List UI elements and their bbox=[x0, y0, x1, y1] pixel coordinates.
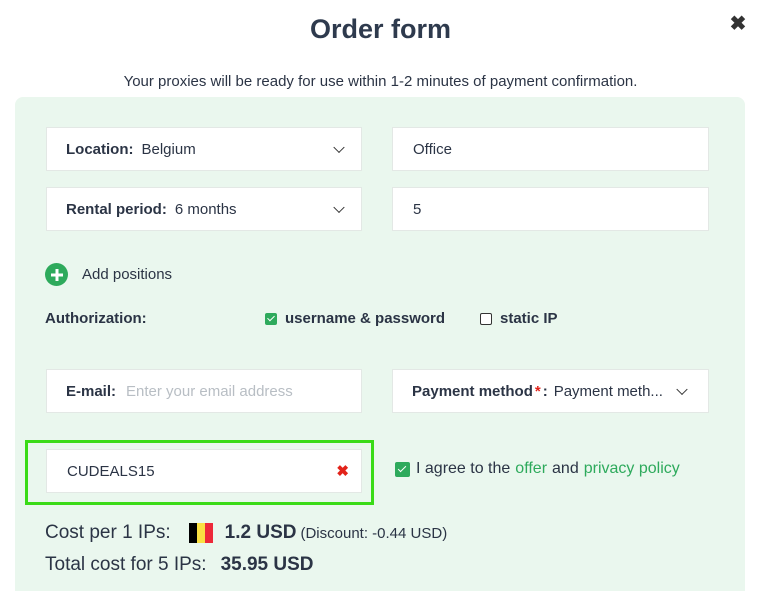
order-form-modal: ✖ Order form Your proxies will be ready … bbox=[0, 0, 761, 591]
proxy-type-field[interactable]: Office bbox=[392, 127, 709, 171]
promo-code-value: CUDEALS15 bbox=[67, 462, 155, 480]
payment-label-colon: : bbox=[542, 382, 548, 400]
offer-link[interactable]: offer bbox=[515, 460, 547, 478]
privacy-policy-link[interactable]: privacy policy bbox=[584, 460, 680, 478]
email-field[interactable]: E-mail: bbox=[46, 369, 362, 413]
belgium-flag-icon bbox=[188, 523, 213, 543]
discount-text: (Discount: -0.44 USD) bbox=[300, 524, 448, 542]
cost-per-ip-row: Cost per 1 IPs: 1.2 USD (Discount: -0.44… bbox=[45, 522, 447, 544]
cost-per-ip-label: Cost per 1 IPs: bbox=[45, 522, 171, 543]
checkbox-unchecked-icon bbox=[480, 312, 492, 325]
form-panel bbox=[15, 97, 745, 591]
location-label: Location: bbox=[66, 140, 134, 158]
rental-period-label: Rental period: bbox=[66, 200, 167, 218]
auth-option-label: username & password bbox=[285, 310, 446, 327]
proxy-type-value: Office bbox=[413, 140, 452, 158]
location-select[interactable]: Location: Belgium bbox=[46, 127, 362, 171]
payment-method-value: Payment meth... bbox=[553, 382, 663, 400]
plus-circle-icon bbox=[45, 263, 68, 286]
email-input[interactable] bbox=[124, 381, 309, 401]
total-cost-row: Total cost for 5 IPs: 35.95 USD bbox=[45, 554, 314, 576]
total-cost-label: Total cost for 5 IPs: bbox=[45, 554, 207, 575]
payment-method-label: Payment method *: bbox=[412, 383, 548, 400]
required-mark: * bbox=[534, 382, 541, 400]
agree-and: and bbox=[552, 460, 579, 477]
total-cost-price: 35.95 USD bbox=[220, 554, 314, 575]
promo-code-field[interactable]: CUDEALS15 ✖ bbox=[46, 449, 362, 493]
rental-period-select[interactable]: Rental period: 6 months bbox=[46, 187, 362, 231]
quantity-value: 5 bbox=[413, 200, 422, 218]
quantity-field[interactable]: 5 bbox=[392, 187, 709, 231]
cost-per-ip-price: 1.2 USD bbox=[224, 522, 297, 543]
authorization-label: Authorization: bbox=[45, 310, 147, 327]
subtitle-text: Your proxies will be ready for use withi… bbox=[123, 73, 638, 90]
agree-prefix: I agree to the bbox=[416, 460, 511, 477]
checkbox-checked-icon bbox=[265, 312, 277, 325]
add-positions-label: Add positions bbox=[82, 266, 173, 283]
add-positions-button[interactable]: Add positions bbox=[45, 263, 172, 286]
clear-x-icon[interactable]: ✖ bbox=[336, 462, 349, 480]
auth-username-password-checkbox[interactable]: username & password bbox=[265, 310, 445, 327]
email-label: E-mail: bbox=[66, 382, 117, 400]
location-value: Belgium bbox=[141, 140, 196, 158]
auth-static-ip-checkbox[interactable]: static IP bbox=[480, 310, 558, 327]
chevron-down-icon bbox=[333, 141, 345, 154]
chevron-down-icon bbox=[333, 201, 345, 214]
agree-terms-checkbox[interactable]: I agree to the offer and privacy policy bbox=[395, 460, 685, 478]
payment-method-select[interactable]: Payment method *: Payment meth... bbox=[392, 369, 709, 413]
chevron-down-icon bbox=[676, 383, 688, 396]
page-title: Order form bbox=[309, 14, 452, 44]
auth-option-label: static IP bbox=[500, 310, 558, 327]
checkbox-checked-icon bbox=[395, 461, 410, 477]
rental-period-value: 6 months bbox=[174, 200, 237, 218]
payment-label-text: Payment method bbox=[412, 382, 533, 400]
